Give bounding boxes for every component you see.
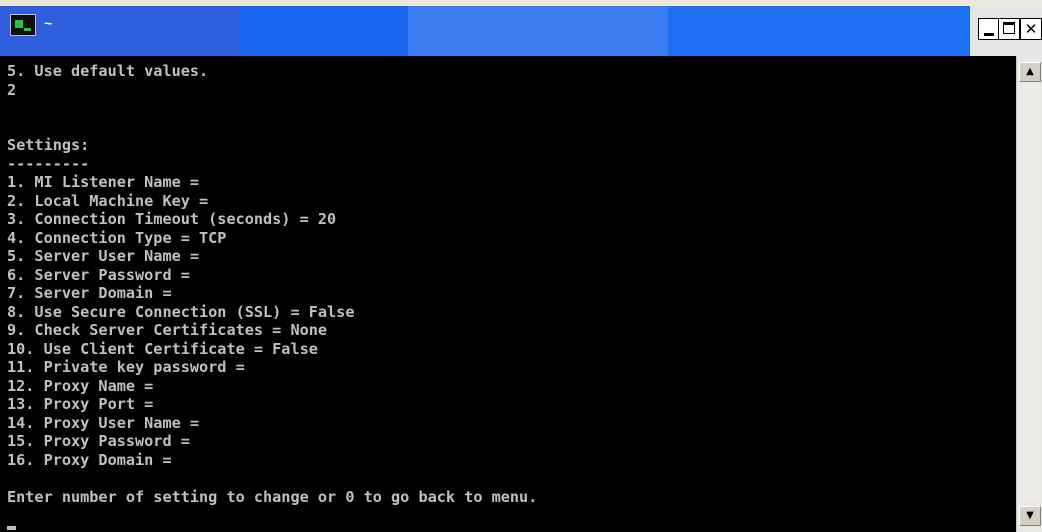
console-line: Enter number of setting to change or 0 t… [7,487,538,506]
title-bar-segment [0,6,240,56]
minimize-button[interactable] [978,18,1000,40]
title-bar-segment [668,6,970,56]
console-line: 13. Proxy Port = [7,395,154,413]
console-line: 1. MI Listener Name = [7,173,200,191]
arrow-up-icon: ▲ [1026,66,1034,77]
console-line: 15. Proxy Password = [7,432,190,450]
close-button[interactable]: ✕ [1020,18,1042,40]
text-cursor [7,526,16,530]
console-output: 5. Use default values. 2 Settings: -----… [7,62,537,506]
console-line: 5. Use default values. [7,62,209,80]
console-line: 4. Connection Type = TCP [7,228,227,247]
console-line: 7. Server Domain = [7,284,172,302]
maximize-button[interactable] [998,18,1020,40]
console-line: 8. Use Secure Connection (SSL) = False [7,302,355,321]
console-line: 16. Proxy Domain = [7,450,172,469]
console-line: 9. Check Server Certificates = None [7,321,328,339]
console-line: 2 [7,80,17,99]
close-icon: ✕ [1024,20,1038,38]
title-bar[interactable]: ~ ✕ [0,0,1042,56]
scroll-down-button[interactable]: ▼ [1019,506,1041,526]
scroll-up-button[interactable]: ▲ [1019,62,1041,82]
arrow-down-icon: ▼ [1026,510,1034,521]
console-line: 12. Proxy Name = [7,376,154,395]
console-line: --------- [7,154,90,173]
console-window: ~ ✕ 5. Use default values. 2 Settings: -… [0,0,1042,532]
window-title: ~ [44,15,53,31]
scrollbar-track[interactable] [1019,84,1041,502]
vertical-scrollbar[interactable]: ▲ ▼ [1016,56,1042,532]
console-line: 11. Private key password = [7,358,245,376]
console-line: 6. Server Password = [7,265,190,284]
console-line: 3. Connection Timeout (seconds) = 20 [7,210,337,228]
console-line: 10. Use Client Certificate = False [7,339,318,358]
console-area[interactable]: 5. Use default values. 2 Settings: -----… [0,56,1016,532]
console-icon[interactable] [10,14,36,36]
title-bar-segment [408,6,668,56]
console-line: Settings: [7,136,90,154]
title-bar-segment [240,6,408,56]
console-line: 14. Proxy User Name = [7,413,200,432]
console-line: 5. Server User Name = [7,247,200,265]
console-line: 2. Local Machine Key = [7,191,209,210]
